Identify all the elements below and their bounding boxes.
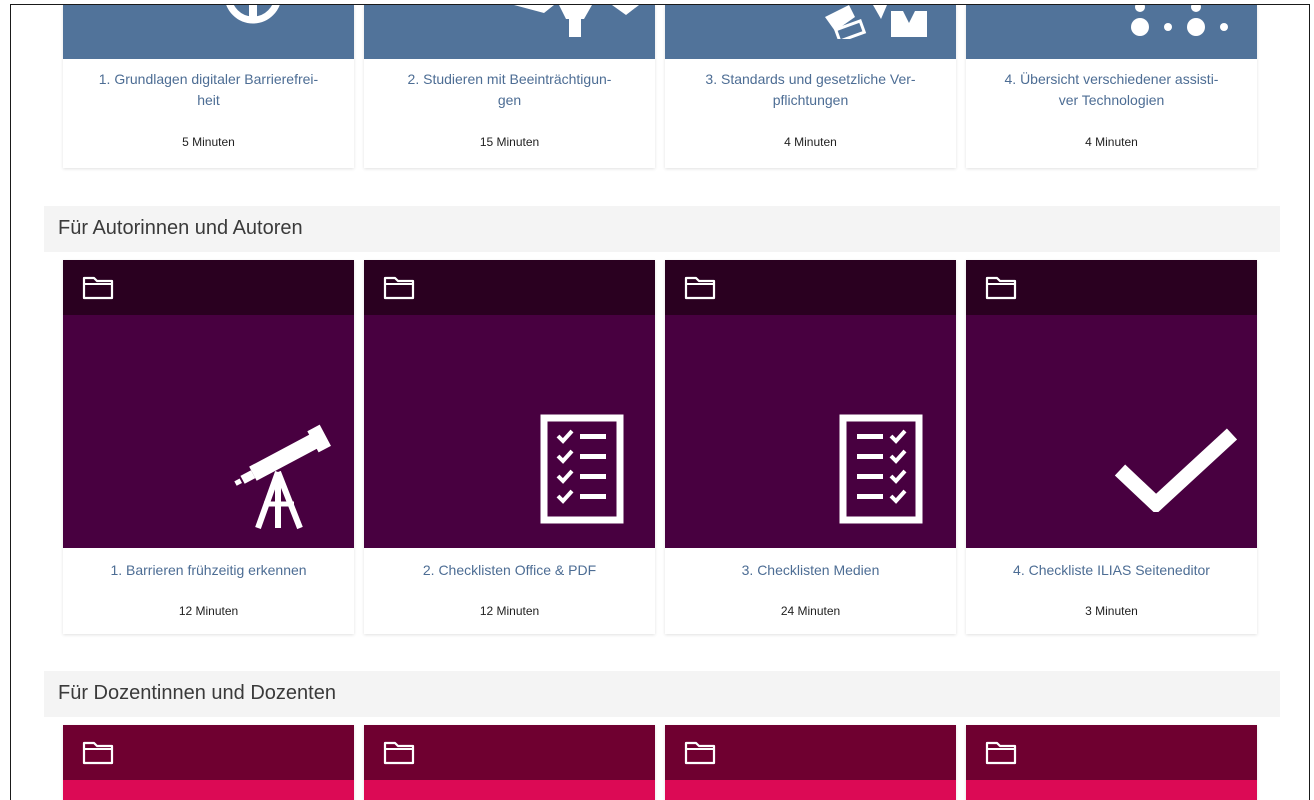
card-duration: 4 Minuten <box>784 135 837 149</box>
course-card-lecturer-2[interactable] <box>364 725 655 800</box>
card-image[interactable] <box>364 260 655 548</box>
folder-icon <box>684 741 716 765</box>
card-title[interactable]: 3. Standards und gesetzliche Ver- pflich… <box>671 69 950 111</box>
card-duration: 4 Minuten <box>1085 135 1138 149</box>
card-title[interactable]: 2. Studieren mit Beeinträchtigun- gen <box>370 69 649 111</box>
course-card-lecturer-1[interactable] <box>63 725 354 800</box>
card-duration: 12 Minuten <box>479 604 540 618</box>
card-image[interactable] <box>665 5 956 59</box>
telescope-icon <box>234 424 331 530</box>
course-card-lecturer-4[interactable] <box>966 725 1257 800</box>
folder-icon <box>82 276 114 300</box>
card-title[interactable]: 4. Checkliste ILIAS Seiteneditor <box>972 560 1251 581</box>
accessibility-icon <box>226 5 280 24</box>
card-image[interactable] <box>665 725 956 800</box>
card-image[interactable] <box>966 725 1257 800</box>
course-card-2[interactable]: 2. Studieren mit Beeinträchtigun- gen 15… <box>364 5 655 168</box>
section-header-lecturers: Für Dozentinnen und Dozenten <box>44 671 1280 717</box>
card-title[interactable]: 4. Übersicht verschiedener assisti- ver … <box>972 69 1251 111</box>
folder-icon <box>985 741 1017 765</box>
checklist-icon <box>839 414 923 524</box>
gavel-icon <box>825 5 927 39</box>
course-card-4[interactable]: 4. Übersicht verschiedener assisti- ver … <box>966 5 1257 168</box>
course-card-3[interactable]: 3. Standards und gesetzliche Ver- pflich… <box>665 5 956 168</box>
checklist-icon <box>540 414 624 524</box>
folder-icon <box>383 741 415 765</box>
graduation-icon <box>514 5 639 37</box>
section-header-authors: Für Autorinnen und Autoren <box>44 206 1280 252</box>
braille-icon <box>1131 5 1228 36</box>
card-image[interactable] <box>63 5 354 59</box>
course-card-1[interactable]: 1. Grundlagen digitaler Barrierefrei- he… <box>63 5 354 168</box>
card-image[interactable] <box>63 260 354 548</box>
card-image[interactable] <box>966 260 1257 548</box>
section-title: Für Dozentinnen und Dozenten <box>58 682 336 704</box>
course-card-checklisten-medien[interactable]: 3. Checklisten Medien 24 Minuten <box>665 260 956 634</box>
card-duration: 24 Minuten <box>780 604 841 618</box>
card-image[interactable] <box>364 5 655 59</box>
card-title[interactable]: 3. Checklisten Medien <box>671 560 950 581</box>
checkmark-icon <box>1114 428 1238 512</box>
card-title[interactable]: 1. Grundlagen digitaler Barrierefrei- he… <box>69 69 348 111</box>
folder-icon <box>985 276 1017 300</box>
card-image[interactable] <box>966 5 1257 59</box>
card-image[interactable] <box>364 725 655 800</box>
card-image[interactable] <box>665 260 956 548</box>
card-title[interactable]: 2. Checklisten Office & PDF <box>370 560 649 581</box>
card-duration: 5 Minuten <box>182 135 235 149</box>
page-frame: 1. Grundlagen digitaler Barrierefrei- he… <box>10 4 1310 800</box>
course-card-lecturer-3[interactable] <box>665 725 956 800</box>
card-title[interactable]: 1. Barrieren frühzeitig erkennen <box>69 560 348 581</box>
folder-icon <box>383 276 415 300</box>
section-title: Für Autorinnen und Autoren <box>58 217 303 239</box>
card-duration: 15 Minuten <box>479 135 540 149</box>
course-card-barrieren[interactable]: 1. Barrieren frühzeitig erkennen 12 Minu… <box>63 260 354 634</box>
course-card-ilias-seiteneditor[interactable]: 4. Checkliste ILIAS Seiteneditor 3 Minut… <box>966 260 1257 634</box>
card-duration: 12 Minuten <box>178 604 239 618</box>
course-card-checklisten-office[interactable]: 2. Checklisten Office & PDF 12 Minuten <box>364 260 655 634</box>
card-duration: 3 Minuten <box>1085 604 1138 618</box>
card-image[interactable] <box>63 725 354 800</box>
folder-icon <box>82 741 114 765</box>
folder-icon <box>684 276 716 300</box>
